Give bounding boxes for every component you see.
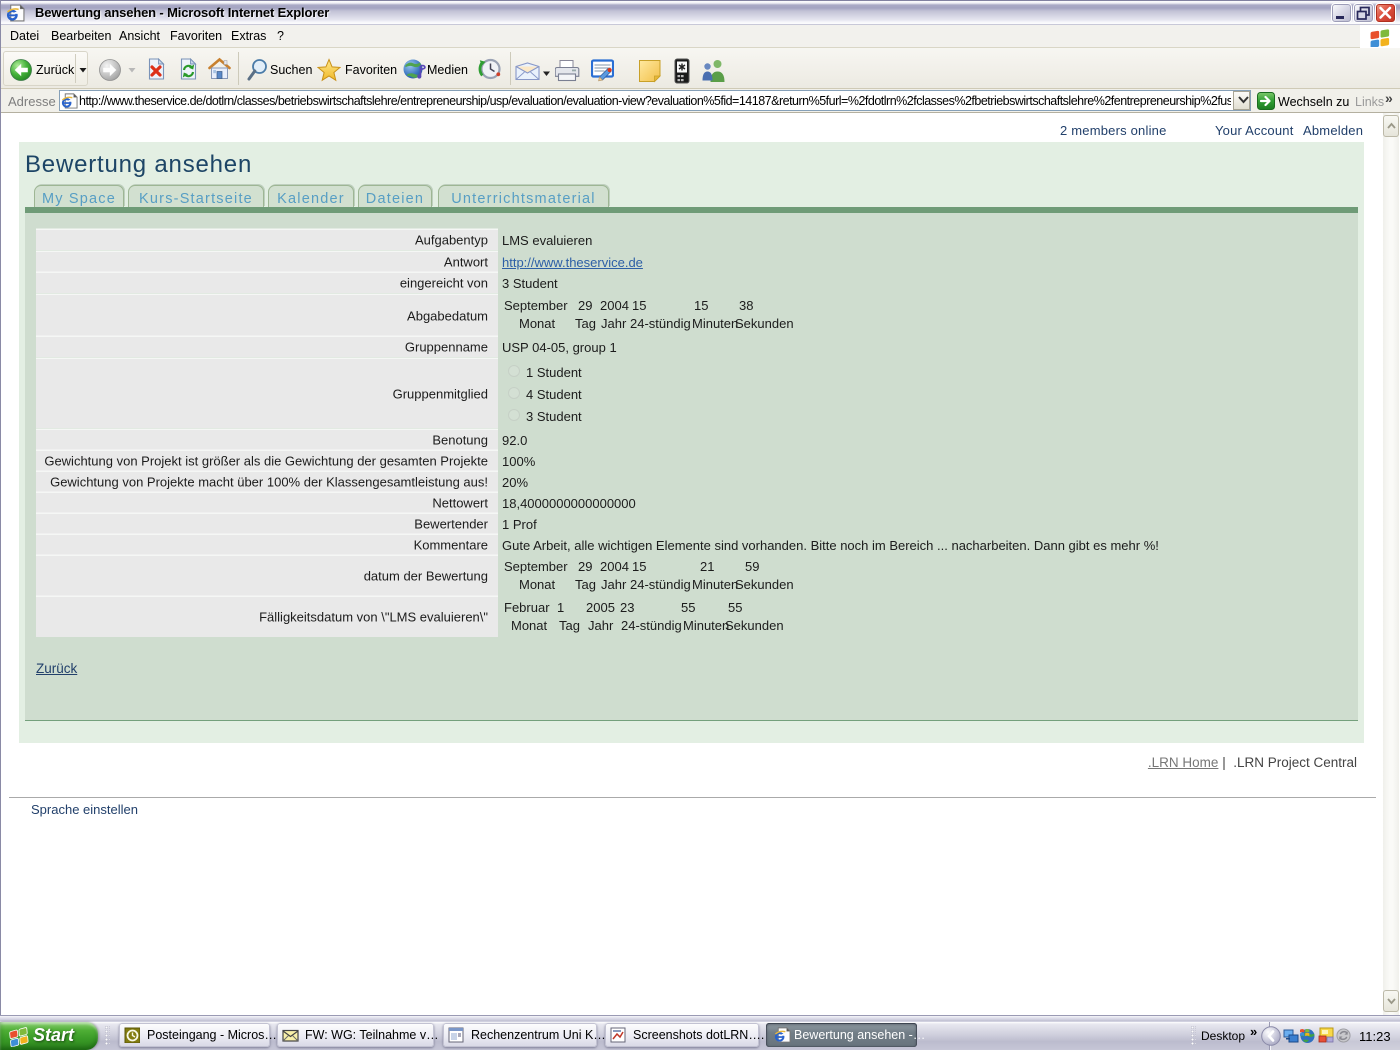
svg-text:»: » (1385, 92, 1393, 105)
